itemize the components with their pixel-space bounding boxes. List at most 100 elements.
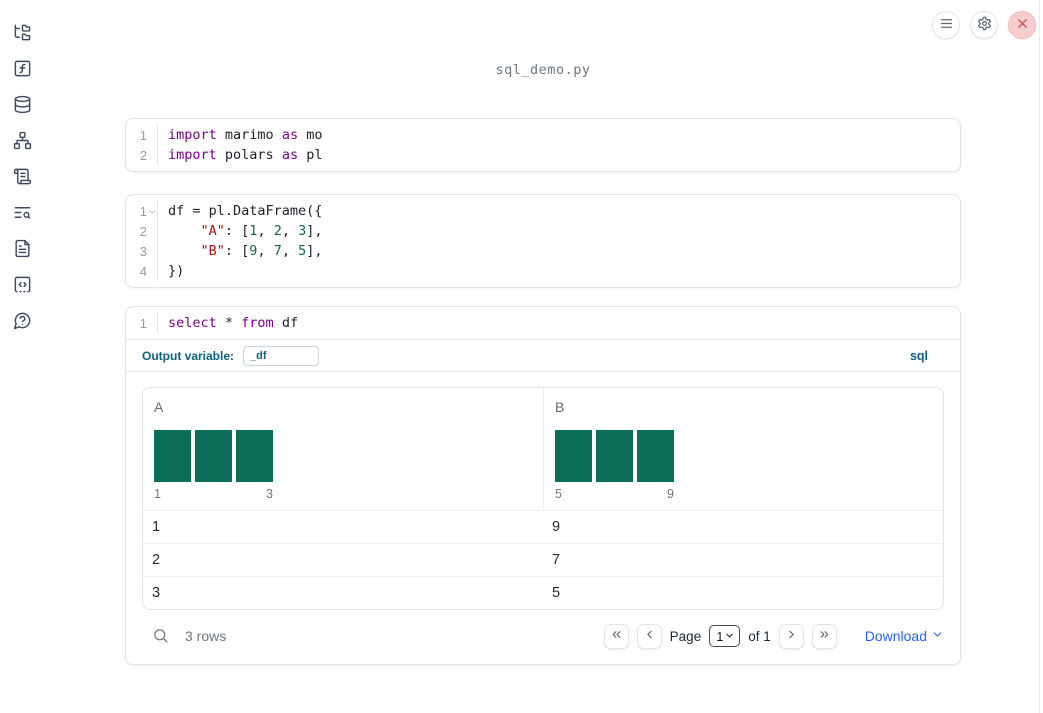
column-name: B — [555, 399, 565, 415]
output-variable-label: Output variable: — [142, 348, 235, 363]
variables-icon — [13, 59, 32, 81]
code-line: import polars as pl — [168, 147, 323, 163]
code-lines: df = pl.DataFrame({ "A": [1, 2, 3], "B":… — [158, 201, 960, 281]
code-editor[interactable]: 1 2 import marimo as mo import polars as… — [126, 119, 960, 171]
page-select-value: 1 — [716, 628, 724, 644]
sidebar-item-dependencies[interactable] — [11, 131, 33, 151]
table-row: 2 7 — [143, 543, 943, 576]
histogram-bar — [195, 430, 232, 482]
sql-output-area: A 1 3 B 5 9 1 9 2 7 3 5 3 rows Page 1 of… — [126, 372, 960, 664]
fold-chevron-icon[interactable] — [147, 205, 157, 215]
cell-imports: 1 2 import marimo as mo import polars as… — [125, 118, 961, 172]
hist-min-label: 1 — [154, 487, 161, 501]
histogram-bar — [236, 430, 273, 482]
cell-sql: 1 select * from df Output variable: sql … — [125, 306, 961, 665]
cell-dataframe: 1 2 3 4 df = pl.DataFrame({ "A": [1, 2, … — [125, 194, 961, 288]
shutdown-button[interactable] — [1008, 11, 1036, 39]
table-cell: 5 — [552, 585, 561, 601]
histogram-bar — [154, 430, 191, 482]
sidebar — [0, 0, 44, 713]
line-number: 1 — [139, 127, 147, 143]
code-line: "A": [1, 2, 3], — [200, 223, 323, 239]
sql-code-editor[interactable]: 1 select * from df — [126, 307, 960, 340]
chevrons-left-icon — [610, 628, 623, 644]
sidebar-item-file-explorer[interactable] — [11, 24, 33, 43]
histogram-labels: 1 3 — [154, 487, 273, 501]
line-number: 2 — [139, 223, 147, 239]
histogram-b — [555, 430, 943, 482]
snippets-icon — [13, 275, 32, 297]
notebook-title: sql_demo.py — [495, 62, 591, 78]
line-number: 3 — [139, 243, 147, 259]
table-header: A 1 3 B 5 9 — [143, 388, 943, 510]
sidebar-item-snippets[interactable] — [11, 276, 33, 295]
code-line: }) — [168, 263, 185, 279]
close-icon — [1015, 16, 1030, 34]
sidebar-item-documentation[interactable] — [11, 239, 33, 261]
search-button[interactable] — [151, 627, 169, 645]
table-cell: 2 — [152, 552, 161, 568]
code-line: select * from df — [168, 315, 299, 331]
download-label: Download — [864, 628, 927, 644]
table-cell: 7 — [552, 552, 561, 568]
hist-min-label: 5 — [555, 487, 562, 501]
hist-max-label: 9 — [667, 487, 674, 501]
line-number: 1 — [126, 201, 157, 221]
code-lines: import marimo as mo import polars as pl — [158, 125, 960, 165]
help-icon — [13, 311, 32, 333]
table-row: 3 5 — [143, 576, 943, 609]
line-number: 2 — [139, 147, 147, 163]
first-page-button[interactable] — [603, 623, 629, 649]
chevron-right-icon — [785, 628, 798, 644]
page-label: Page — [669, 628, 702, 644]
code-editor[interactable]: 1 2 3 4 df = pl.DataFrame({ "A": [1, 2, … — [126, 195, 960, 287]
code-line: "B": [9, 7, 5], — [200, 243, 323, 259]
histogram-a — [154, 430, 543, 482]
next-page-button[interactable] — [778, 623, 804, 649]
scroll-edge — [1039, 0, 1040, 713]
notebook: 1 2 import marimo as mo import polars as… — [125, 118, 961, 665]
table-cell: 1 — [152, 519, 161, 535]
datasources-icon — [13, 95, 32, 117]
last-page-button[interactable] — [811, 623, 837, 649]
sidebar-item-logs[interactable] — [11, 204, 33, 223]
sidebar-item-scratchpad[interactable] — [11, 168, 33, 187]
sidebar-item-datasources[interactable] — [11, 95, 33, 117]
code-line: df = pl.DataFrame({ — [168, 203, 323, 219]
previous-page-button[interactable] — [636, 623, 662, 649]
row-count-label: 3 rows — [185, 628, 227, 644]
chevron-left-icon — [643, 628, 656, 644]
download-button[interactable]: Download — [865, 628, 944, 644]
dataframe-table: A 1 3 B 5 9 1 9 2 7 3 5 — [142, 387, 944, 610]
output-variable-input[interactable] — [243, 345, 320, 366]
code-line: import marimo as mo — [168, 127, 323, 143]
table-cell: 3 — [152, 585, 161, 601]
menu-icon — [939, 16, 954, 34]
column-name: A — [154, 399, 164, 415]
column-header-a[interactable]: A 1 3 — [143, 388, 543, 510]
documentation-icon — [13, 239, 32, 261]
table-cell: 9 — [552, 519, 561, 535]
scratchpad-icon — [13, 167, 32, 189]
hist-max-label: 3 — [266, 487, 273, 501]
chevron-down-icon — [724, 629, 735, 644]
search-icon — [152, 629, 169, 647]
histogram-bar — [637, 430, 674, 482]
line-number-gutter: 1 2 3 4 — [126, 201, 158, 281]
chevrons-right-icon — [818, 628, 831, 644]
histogram-bar — [555, 430, 592, 482]
line-number-gutter: 1 — [126, 313, 158, 333]
line-number: 1 — [139, 315, 147, 331]
code-lines: select * from df — [158, 313, 960, 333]
sidebar-item-variables[interactable] — [11, 60, 33, 79]
gear-icon — [977, 16, 992, 34]
header-controls — [932, 11, 1036, 39]
file-explorer-icon — [13, 23, 32, 45]
settings-button[interactable] — [970, 11, 998, 39]
menu-button[interactable] — [932, 11, 960, 39]
sidebar-item-help[interactable] — [11, 312, 33, 331]
page-select[interactable]: 1 — [709, 625, 741, 647]
logs-icon — [13, 203, 32, 225]
page-of-label: of 1 — [748, 628, 771, 644]
column-header-b[interactable]: B 5 9 — [543, 388, 943, 510]
